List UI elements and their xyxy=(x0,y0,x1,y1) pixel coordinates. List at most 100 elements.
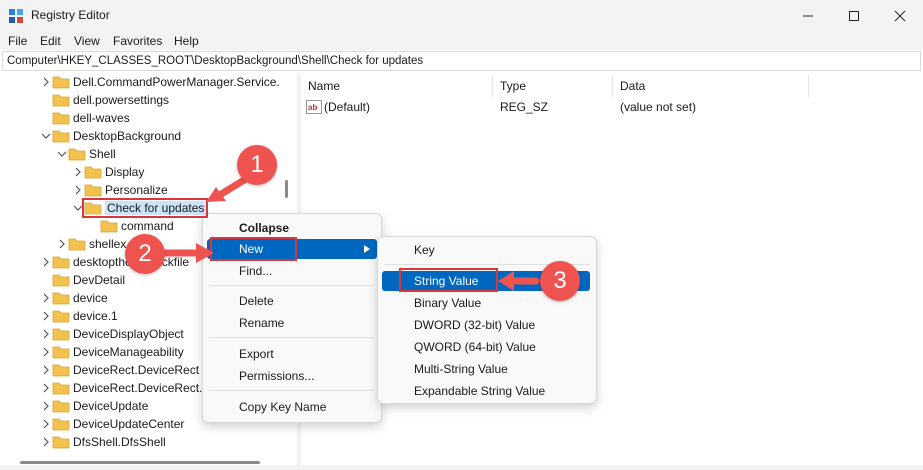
menu-permissions-label: Permissions... xyxy=(239,369,315,383)
chevron-right-icon[interactable] xyxy=(72,184,84,196)
tree-node-label: command xyxy=(121,219,174,233)
tree-node-label: DeviceRect.DeviceRect.1 xyxy=(73,381,210,395)
tree-node[interactable]: Shell xyxy=(56,145,116,163)
folder-icon xyxy=(52,328,70,341)
tree-node-label: device xyxy=(73,291,108,305)
chevron-right-icon[interactable] xyxy=(40,418,52,430)
chevron-down-icon[interactable] xyxy=(56,148,68,160)
address-bar[interactable]: Computer\HKEY_CLASSES_ROOT\DesktopBackgr… xyxy=(2,51,921,71)
menu-view[interactable]: View xyxy=(74,34,100,48)
tree-node[interactable]: device.1 xyxy=(40,307,118,325)
column-divider[interactable] xyxy=(808,75,809,97)
column-header-data[interactable]: Data xyxy=(620,79,645,93)
chevron-right-icon[interactable] xyxy=(40,382,52,394)
chevron-right-icon[interactable] xyxy=(40,364,52,376)
tree-node-label: DesktopBackground xyxy=(73,129,182,143)
tree-node[interactable]: DeviceRect.DeviceRect xyxy=(40,361,199,379)
address-path: Computer\HKEY_CLASSES_ROOT\DesktopBackgr… xyxy=(7,55,424,67)
menu-help[interactable]: Help xyxy=(174,34,199,48)
tree-node-label: shellex xyxy=(89,237,127,251)
tree-node[interactable]: DeviceManageability xyxy=(40,343,184,361)
tree-spacer xyxy=(40,112,52,124)
tree-node[interactable]: DeviceUpdate xyxy=(40,397,148,415)
folder-icon xyxy=(52,382,70,395)
tree-node-label: DfsShell.DfsShell xyxy=(73,435,166,449)
folder-icon xyxy=(84,166,102,179)
menu-delete[interactable]: Delete xyxy=(207,291,377,311)
chevron-right-icon xyxy=(364,245,370,253)
menu-collapse[interactable]: Collapse xyxy=(207,218,377,238)
tree-node-label: DeviceUpdate xyxy=(73,399,149,413)
menu-export[interactable]: Export xyxy=(207,344,377,364)
folder-icon xyxy=(52,292,70,305)
tree-node[interactable]: dell-waves xyxy=(40,109,130,127)
tree-node-label: dell-waves xyxy=(73,111,130,125)
submenu-key[interactable]: Key xyxy=(382,240,592,260)
column-divider[interactable] xyxy=(612,75,613,97)
column-header-name[interactable]: Name xyxy=(308,79,340,93)
value-data: (value not set) xyxy=(620,100,697,114)
folder-icon xyxy=(52,310,70,323)
tree-spacer xyxy=(40,94,52,106)
chevron-right-icon[interactable] xyxy=(40,256,52,268)
chevron-right-icon[interactable] xyxy=(56,238,68,250)
minimize-button[interactable] xyxy=(785,0,831,32)
folder-icon xyxy=(52,76,70,89)
chevron-right-icon[interactable] xyxy=(40,400,52,412)
chevron-right-icon[interactable] xyxy=(40,436,52,448)
tree-node[interactable]: DeviceRect.DeviceRect.1 xyxy=(40,379,209,397)
folder-icon xyxy=(52,400,70,413)
submenu-expandable-string-value[interactable]: Expandable String Value xyxy=(382,381,592,401)
menu-favorites[interactable]: Favorites xyxy=(113,34,162,48)
tree-vertical-scrollbar[interactable] xyxy=(285,180,288,198)
callout-box-string-value xyxy=(399,268,498,292)
submenu-qword-value[interactable]: QWORD (64-bit) Value xyxy=(382,337,592,357)
chevron-right-icon[interactable] xyxy=(40,346,52,358)
chevron-right-icon[interactable] xyxy=(40,292,52,304)
menu-file[interactable]: File xyxy=(8,34,27,48)
title-bar: Registry Editor xyxy=(0,0,923,32)
tree-node[interactable]: dell.powersettings xyxy=(40,91,169,109)
column-header-type[interactable]: Type xyxy=(500,79,526,93)
value-type: REG_SZ xyxy=(500,100,549,114)
menu-permissions[interactable]: Permissions... xyxy=(207,366,377,386)
tree-node[interactable]: DevDetail xyxy=(40,271,125,289)
tree-node[interactable]: device xyxy=(40,289,108,307)
callout-box-check-for-updates xyxy=(82,198,208,218)
tree-node[interactable]: Personalize xyxy=(72,181,168,199)
menu-copy-key-name[interactable]: Copy Key Name xyxy=(207,397,377,417)
close-button[interactable] xyxy=(877,0,923,32)
chevron-right-icon[interactable] xyxy=(72,166,84,178)
column-divider[interactable] xyxy=(492,75,493,97)
tree-node-label: Shell xyxy=(89,147,116,161)
submenu-multi-string-value[interactable]: Multi-String Value xyxy=(382,359,592,379)
value-name[interactable]: (Default) xyxy=(324,100,370,114)
menu-find[interactable]: Find... xyxy=(207,261,377,281)
tree-node[interactable]: DeviceUpdateCenter xyxy=(40,415,184,433)
tree-node[interactable]: Dell.CommandPowerManager.Service. xyxy=(40,73,280,91)
tree-node-label: DeviceRect.DeviceRect xyxy=(73,363,200,377)
chevron-right-icon[interactable] xyxy=(40,76,52,88)
menu-edit[interactable]: Edit xyxy=(40,34,61,48)
maximize-button[interactable] xyxy=(831,0,877,32)
step-badge-3: 3 xyxy=(540,261,580,301)
chevron-right-icon[interactable] xyxy=(40,310,52,322)
tree-node[interactable]: shellex xyxy=(56,235,126,253)
tree-node[interactable]: Display xyxy=(72,163,144,181)
tree-node-label: Dell.CommandPowerManager.Service. xyxy=(73,75,280,89)
tree-node[interactable]: DfsShell.DfsShell xyxy=(40,433,166,451)
chevron-right-icon[interactable] xyxy=(40,328,52,340)
svg-text:ab: ab xyxy=(308,103,317,112)
tree-node[interactable]: DesktopBackground xyxy=(40,127,181,145)
submenu-dword-value[interactable]: DWORD (32-bit) Value xyxy=(382,315,592,335)
folder-icon xyxy=(100,220,118,233)
chevron-down-icon[interactable] xyxy=(40,130,52,142)
tree-node[interactable]: command xyxy=(88,217,174,235)
folder-icon xyxy=(52,436,70,449)
menu-rename[interactable]: Rename xyxy=(207,313,377,333)
step-badge-2: 2 xyxy=(125,234,165,274)
tree-node[interactable]: DeviceDisplayObject xyxy=(40,325,184,343)
window-bottom-edge xyxy=(0,465,923,470)
tree-horizontal-scrollbar[interactable] xyxy=(20,461,260,464)
menu-bar: File Edit View Favorites Help xyxy=(0,32,923,50)
